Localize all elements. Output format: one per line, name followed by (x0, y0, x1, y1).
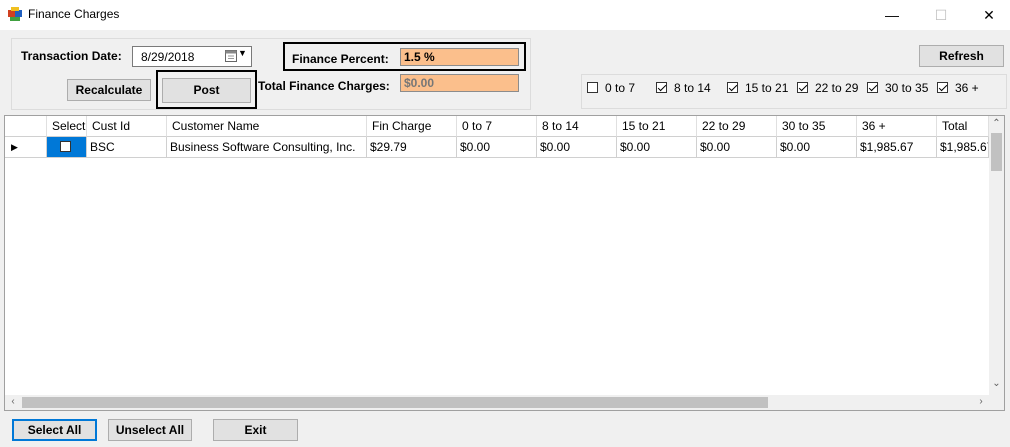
filter-15-to-21-label: 15 to 21 (745, 81, 789, 95)
filter-22-to-29-label: 22 to 29 (815, 81, 859, 95)
vertical-scroll-thumb[interactable] (991, 133, 1002, 171)
horizontal-scroll-thumb[interactable] (22, 397, 768, 408)
row-select-checkbox[interactable] (60, 141, 71, 152)
transaction-date-value: 8/29/2018 (141, 50, 195, 64)
filter-0-to-7-checkbox[interactable] (587, 82, 598, 93)
scroll-left-icon[interactable]: ‹ (7, 396, 19, 407)
vertical-scrollbar[interactable]: ⌃ ⌄ (989, 116, 1004, 395)
row-header-corner (5, 116, 47, 137)
column-header-15-to-21[interactable]: 15 to 21 (617, 116, 697, 137)
horizontal-scrollbar[interactable]: ‹ › (5, 395, 989, 410)
filter-36-plus-label: 36 + (955, 81, 979, 95)
table-cell-fin-charge[interactable]: $29.79 (367, 137, 457, 158)
row-selector[interactable]: ▶ (5, 137, 47, 158)
filter-22-to-29-checkbox[interactable] (797, 82, 808, 93)
column-header-36-plus[interactable]: 36 + (857, 116, 937, 137)
filter-30-to-35-label: 30 to 35 (885, 81, 929, 95)
table-cell-15-to-21[interactable]: $0.00 (617, 137, 697, 158)
finance-percent-input[interactable]: 1.5 % (400, 48, 519, 66)
transaction-date-picker[interactable]: 8/29/2018 ▼ (132, 46, 252, 67)
table-cell-customer-name[interactable]: Business Software Consulting, Inc. (167, 137, 367, 158)
scroll-up-icon[interactable]: ⌃ (989, 118, 1004, 129)
maximize-button[interactable]: ☐ (918, 2, 964, 28)
scroll-right-icon[interactable]: › (975, 396, 987, 407)
chevron-down-icon[interactable]: ▼ (238, 48, 247, 58)
column-header-fin-charge[interactable]: Fin Charge (367, 116, 457, 137)
current-row-arrow-icon: ▶ (11, 142, 18, 152)
table-cell-total[interactable]: $1,985.67 (937, 137, 989, 158)
exit-button[interactable]: Exit (213, 419, 298, 441)
filter-36-plus-checkbox[interactable] (937, 82, 948, 93)
recalculate-button[interactable]: Recalculate (67, 79, 151, 101)
column-header-total[interactable]: Total (937, 116, 989, 137)
filter-8-to-14-label: 8 to 14 (674, 81, 711, 95)
table-cell-cust-id[interactable]: BSC (87, 137, 167, 158)
transaction-date-label: Transaction Date: (21, 49, 122, 63)
column-header-22-to-29[interactable]: 22 to 29 (697, 116, 777, 137)
refresh-button[interactable]: Refresh (919, 45, 1004, 67)
calendar-icon[interactable] (225, 49, 237, 62)
column-header-select[interactable]: Select (47, 116, 87, 137)
minimize-button[interactable]: — (869, 2, 915, 28)
column-header-0-to-7[interactable]: 0 to 7 (457, 116, 537, 137)
finance-charges-grid[interactable]: Select Cust Id Customer Name Fin Charge … (4, 115, 1005, 411)
table-cell-8-to-14[interactable]: $0.00 (537, 137, 617, 158)
title-bar: Finance Charges — ☐ ✕ (0, 0, 1010, 30)
window-title: Finance Charges (28, 7, 120, 21)
filter-30-to-35-checkbox[interactable] (867, 82, 878, 93)
table-cell-0-to-7[interactable]: $0.00 (457, 137, 537, 158)
post-button[interactable]: Post (162, 78, 251, 103)
total-finance-label: Total Finance Charges: (258, 79, 390, 93)
select-cell[interactable] (47, 137, 87, 158)
scrollbar-corner (989, 395, 1004, 410)
filter-0-to-7-label: 0 to 7 (605, 81, 636, 95)
column-header-8-to-14[interactable]: 8 to 14 (537, 116, 617, 137)
unselect-all-button[interactable]: Unselect All (108, 419, 192, 441)
scroll-down-icon[interactable]: ⌄ (989, 378, 1004, 389)
column-header-customer-name[interactable]: Customer Name (167, 116, 367, 137)
filter-8-to-14-checkbox[interactable] (656, 82, 667, 93)
close-button[interactable]: ✕ (966, 2, 1010, 28)
table-cell-36-plus[interactable]: $1,985.67 (857, 137, 937, 158)
app-icon (8, 7, 22, 21)
total-finance-value: $0.00 (400, 74, 519, 92)
table-cell-22-to-29[interactable]: $0.00 (697, 137, 777, 158)
table-cell-30-to-35[interactable]: $0.00 (777, 137, 857, 158)
column-header-cust-id[interactable]: Cust Id (87, 116, 167, 137)
finance-percent-label: Finance Percent: (292, 52, 389, 66)
select-all-button[interactable]: Select All (12, 419, 97, 441)
column-header-30-to-35[interactable]: 30 to 35 (777, 116, 857, 137)
filter-15-to-21-checkbox[interactable] (727, 82, 738, 93)
